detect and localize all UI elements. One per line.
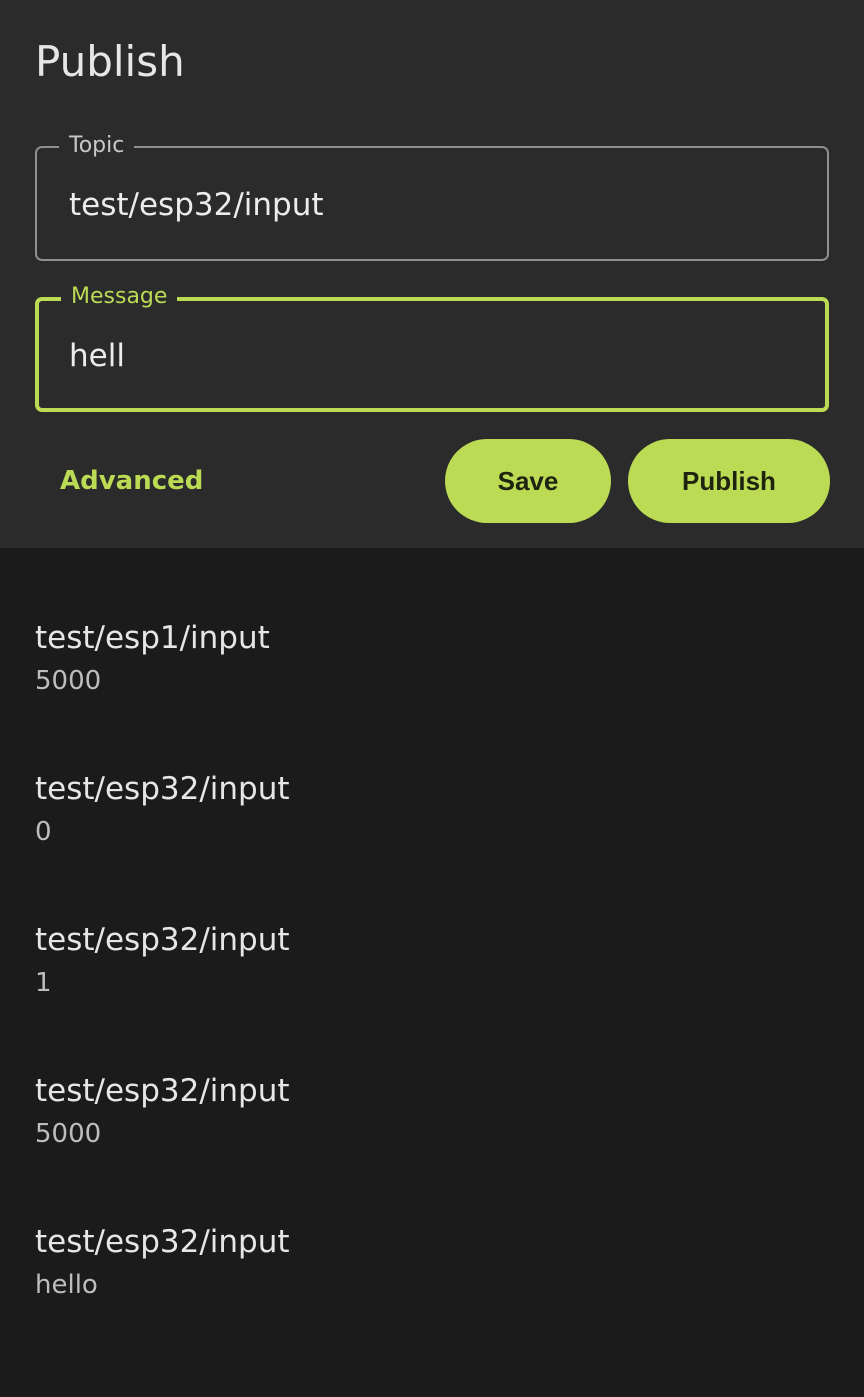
list-item[interactable]: test/esp1/input 5000 (35, 618, 270, 698)
list-item-topic: test/esp1/input (35, 620, 270, 656)
list-item-topic: test/esp32/input (35, 922, 290, 958)
advanced-button[interactable]: Advanced (60, 462, 203, 500)
list-item-topic: test/esp32/input (35, 771, 290, 807)
list-item-topic: test/esp32/input (35, 1224, 290, 1260)
list-item-topic: test/esp32/input (35, 1073, 290, 1109)
list-item-payload: 0 (35, 817, 52, 847)
list-item[interactable]: test/esp32/input 0 (35, 769, 290, 849)
message-field-label: Message (61, 283, 178, 311)
publish-panel: Publish Topic test/esp32/input Message h… (0, 0, 864, 548)
list-item[interactable]: test/esp32/input hello (35, 1222, 290, 1302)
topic-field[interactable]: Topic test/esp32/input (35, 132, 829, 261)
list-item-payload: hello (35, 1270, 98, 1300)
list-item-payload: 5000 (35, 1119, 102, 1149)
page-title: Publish (35, 37, 185, 86)
message-input[interactable]: hell (69, 337, 125, 375)
list-item-payload: 1 (35, 968, 52, 998)
topic-input[interactable]: test/esp32/input (69, 186, 324, 224)
list-item-payload: 5000 (35, 666, 102, 696)
save-button[interactable]: Save (445, 439, 611, 523)
publish-button[interactable]: Publish (628, 439, 830, 523)
list-item[interactable]: test/esp32/input 5000 (35, 1071, 290, 1151)
list-item[interactable]: test/esp32/input 1 (35, 920, 290, 1000)
message-field[interactable]: Message hell (35, 283, 829, 412)
topic-field-label: Topic (59, 132, 135, 160)
